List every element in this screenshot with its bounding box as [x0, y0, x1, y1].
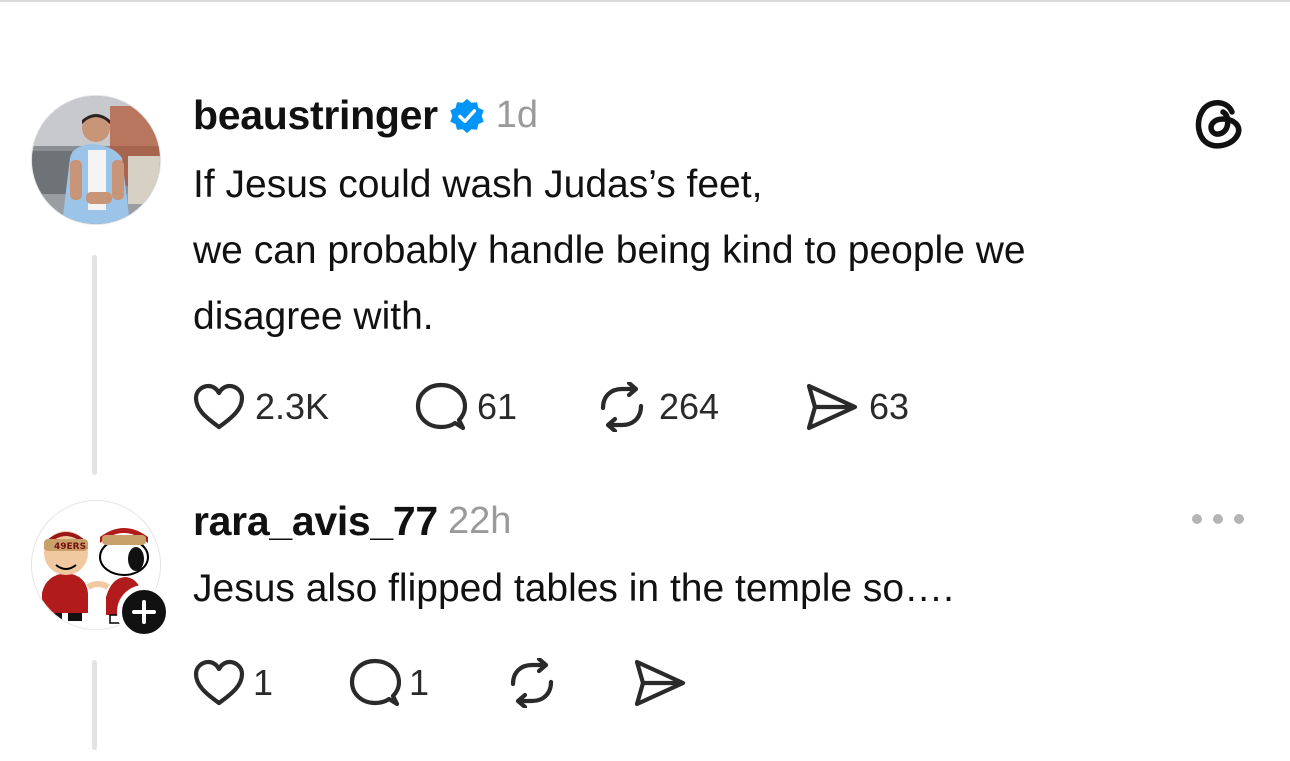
like-count: 2.3K	[255, 386, 330, 427]
reply-button[interactable]: 61	[415, 382, 595, 432]
avatar-beaustringer[interactable]	[31, 95, 161, 225]
repost-button[interactable]: 264	[595, 382, 805, 432]
dot	[1234, 514, 1244, 524]
like-button[interactable]: 2.3K	[193, 383, 415, 431]
reply-text: Jesus also flipped tables in the temple …	[193, 556, 1233, 622]
threads-logo-icon[interactable]	[1190, 92, 1248, 150]
post-time[interactable]: 1d	[496, 94, 538, 137]
comment-bubble-icon	[415, 382, 467, 431]
heart-icon	[193, 383, 245, 430]
avatar-badge-text: 49ERS	[54, 542, 86, 552]
post-time[interactable]: 22h	[448, 500, 511, 543]
repost-icon	[510, 658, 554, 708]
share-count: 63	[869, 386, 910, 427]
reply-text-line: Jesus also flipped tables in the temple …	[193, 567, 954, 610]
share-button[interactable]	[633, 658, 687, 708]
reply-count: 61	[477, 386, 518, 427]
send-icon	[806, 383, 858, 431]
thread-line	[92, 660, 97, 750]
post-text-line: we can probably handle being kind to peo…	[193, 229, 1026, 272]
heart-icon	[193, 659, 245, 706]
reply-header: rara_avis_77 22h	[193, 498, 511, 545]
comment-bubble-icon	[349, 658, 401, 707]
repost-count: 264	[659, 386, 720, 427]
plus-icon	[132, 600, 156, 624]
dot	[1213, 514, 1223, 524]
post-header: beaustringer 1d	[193, 92, 538, 139]
share-button[interactable]: 63	[805, 382, 909, 432]
reply-button[interactable]: 1	[349, 658, 505, 708]
more-options-icon[interactable]	[1192, 510, 1244, 528]
post-text-line: If Jesus could wash Judas’s feet,	[193, 163, 763, 206]
send-icon	[634, 659, 686, 707]
repost-icon	[600, 382, 644, 432]
post-actions: 2.3K 61 264 63	[193, 382, 909, 432]
reply-actions: 1 1	[193, 658, 687, 708]
like-count: 1	[253, 662, 274, 703]
dot	[1192, 514, 1202, 524]
like-button[interactable]: 1	[193, 659, 349, 707]
post-text: If Jesus could wash Judas’s feet, we can…	[193, 152, 1233, 350]
username[interactable]: beaustringer	[193, 92, 438, 139]
post-text-line: disagree with.	[193, 295, 434, 338]
reply-count: 1	[409, 662, 430, 703]
verified-badge-icon	[450, 98, 484, 133]
thread-line	[92, 255, 97, 475]
top-divider	[0, 0, 1290, 2]
username[interactable]: rara_avis_77	[193, 498, 438, 545]
repost-button[interactable]	[505, 658, 633, 708]
follow-button[interactable]	[117, 585, 171, 639]
